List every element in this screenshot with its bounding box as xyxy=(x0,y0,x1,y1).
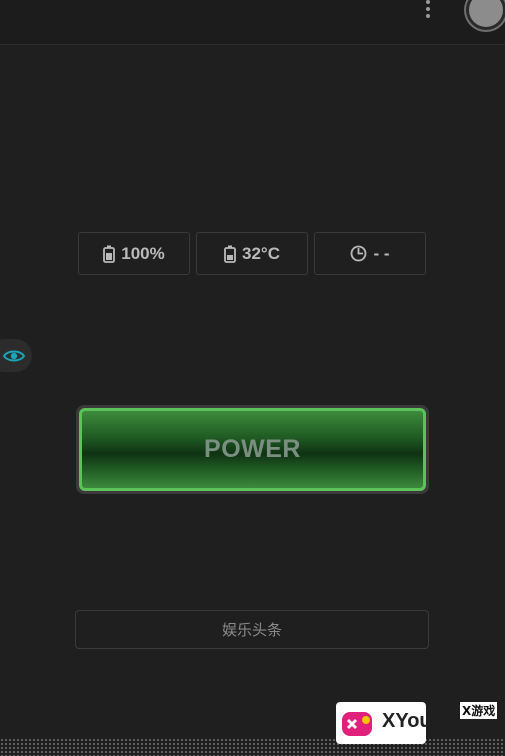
eye-icon xyxy=(3,350,25,361)
power-button-frame: POWER xyxy=(76,405,429,494)
battery-temperature-icon xyxy=(224,245,236,263)
power-button[interactable]: POWER xyxy=(79,408,426,491)
watermark-tag: X游戏 xyxy=(460,702,498,719)
battery-icon xyxy=(103,245,116,263)
battery-temperature-value: 32°C xyxy=(242,243,280,263)
top-bar xyxy=(0,0,505,45)
battery-temperature-stat: 32°C xyxy=(196,232,308,275)
battery-level-value: 100% xyxy=(121,243,165,263)
timer-icon xyxy=(351,245,367,262)
watermark-logo: XYou X游戏 xyxy=(334,700,505,756)
battery-level-stat: 100% xyxy=(78,232,190,275)
profile-circle-icon[interactable] xyxy=(466,0,505,30)
timer-stat: - - xyxy=(314,232,426,275)
watermark-brand: XYou xyxy=(382,710,432,732)
stats-row: 100% 32°C - - xyxy=(78,232,426,275)
more-vertical-icon[interactable] xyxy=(420,0,436,18)
news-button[interactable]: 娱乐头条 xyxy=(75,610,429,649)
side-eye-tab[interactable] xyxy=(0,339,32,372)
timer-value: - - xyxy=(373,243,390,263)
